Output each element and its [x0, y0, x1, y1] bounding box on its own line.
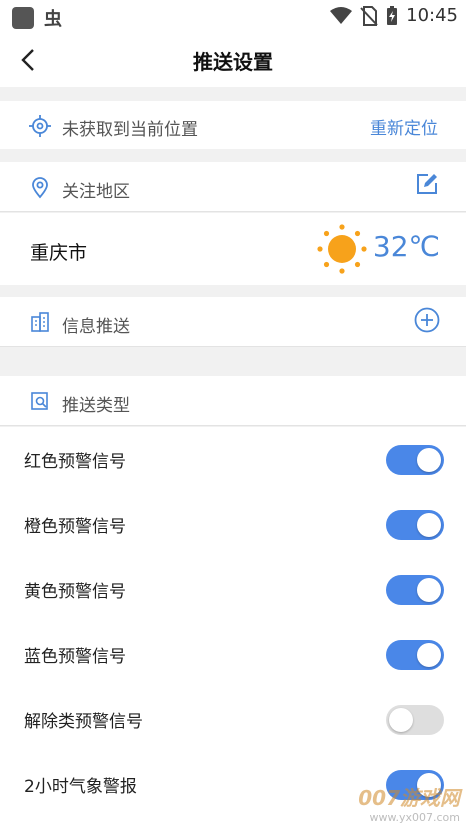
bug-app-icon: 虫 [44, 9, 62, 30]
info-push-header: 信息推送 [0, 297, 466, 347]
push-type-title: 推送类型 [62, 396, 130, 416]
edit-icon[interactable] [416, 173, 438, 195]
temperature: 32℃ [372, 230, 440, 263]
nav-bar: 推送设置 [0, 33, 466, 87]
follow-region-header: 关注地区 [0, 162, 466, 212]
switch-label: 橙色预警信号 [24, 517, 126, 537]
city-name: 重庆市 [30, 242, 88, 264]
building-icon [31, 312, 49, 332]
wifi-icon [330, 6, 353, 24]
locate-crosshair-icon [29, 115, 51, 137]
switch-row-blue: 蓝色预警信号 [0, 622, 466, 687]
switch-label: 红色预警信号 [24, 452, 126, 472]
toggle-blue-warning[interactable] [386, 640, 444, 670]
watermark: 007游戏网 www.yx007.com [358, 782, 460, 824]
sun-icon [317, 224, 367, 274]
page-title: 推送设置 [193, 50, 273, 74]
status-time: 10:45 [406, 5, 458, 26]
no-sim-icon [360, 5, 378, 26]
toggle-cancel-warning[interactable] [386, 705, 444, 735]
weather-row[interactable]: 重庆市 32℃ [0, 213, 466, 285]
status-bar: 虫 10:45 [0, 0, 466, 33]
switch-row-yellow: 黄色预警信号 [0, 557, 466, 622]
switch-row-cancel: 解除类预警信号 [0, 687, 466, 752]
info-push-title: 信息推送 [62, 317, 130, 337]
switch-row-orange: 橙色预警信号 [0, 492, 466, 557]
toggle-orange-warning[interactable] [386, 510, 444, 540]
document-search-icon [31, 392, 48, 410]
switch-label: 解除类预警信号 [24, 712, 143, 732]
location-status: 未获取到当前位置 [62, 120, 198, 140]
switch-label: 黄色预警信号 [24, 582, 126, 602]
switch-row-red: 红色预警信号 [0, 427, 466, 492]
location-row: 未获取到当前位置 重新定位 [0, 101, 466, 149]
battery-charging-icon [387, 5, 398, 25]
map-pin-icon [32, 177, 48, 199]
toggle-yellow-warning[interactable] [386, 575, 444, 605]
follow-region-title: 关注地区 [62, 182, 130, 202]
push-type-header: 推送类型 [0, 376, 466, 426]
notification-app-icon [12, 7, 34, 29]
add-circle-icon[interactable] [414, 307, 440, 333]
toggle-red-warning[interactable] [386, 445, 444, 475]
watermark-url: www.yx007.com [369, 811, 460, 824]
relocate-button[interactable]: 重新定位 [370, 114, 438, 139]
watermark-brand: 007游戏网 [358, 786, 460, 810]
switch-label: 2小时气象警报 [24, 777, 137, 797]
switch-label: 蓝色预警信号 [24, 647, 126, 667]
